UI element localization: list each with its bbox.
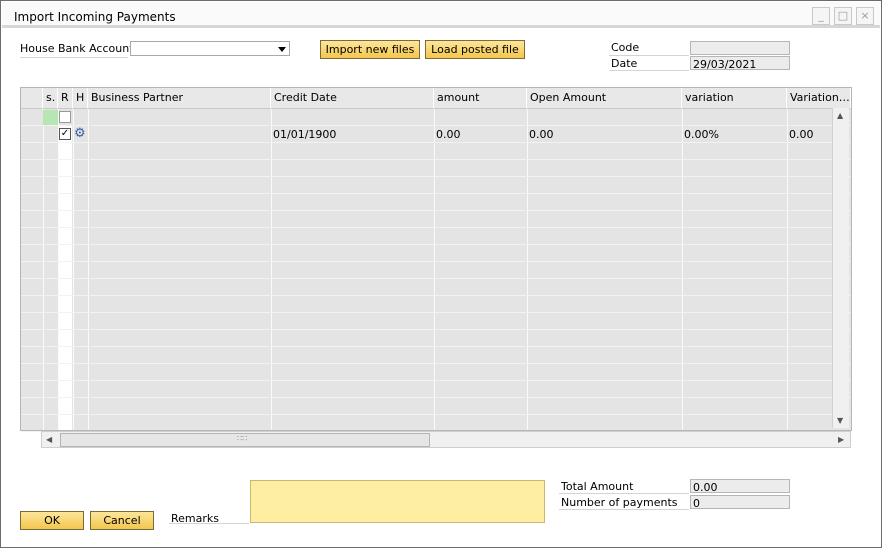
column-header-r[interactable]: R — [58, 88, 73, 109]
table-row[interactable] — [21, 194, 851, 211]
divider — [20, 57, 128, 58]
code-label: Code — [611, 41, 640, 54]
scroll-left-icon[interactable]: ◀ — [46, 435, 52, 444]
divider — [609, 70, 689, 71]
table-row[interactable] — [21, 228, 851, 245]
house-bank-select[interactable] — [130, 41, 290, 56]
column-header-credit-date[interactable]: Credit Date — [271, 88, 434, 109]
remarks-textarea[interactable] — [250, 480, 545, 523]
horizontal-scrollbar[interactable]: ◀ ∷∷ ▶ — [41, 431, 851, 448]
table-row[interactable] — [21, 177, 851, 194]
date-label: Date — [611, 57, 638, 70]
number-of-payments-field: 0 — [690, 495, 790, 510]
table-row[interactable] — [21, 415, 851, 432]
filter-row — [21, 109, 851, 126]
divider — [169, 523, 249, 524]
column-header-amount[interactable]: amount — [434, 88, 527, 109]
vertical-scrollbar[interactable]: ▲ ▼ — [832, 108, 849, 428]
table-row[interactable] — [21, 296, 851, 313]
import-payments-window: Import Incoming Payments _ □ × House Ban… — [0, 0, 882, 548]
chevron-down-icon[interactable] — [278, 47, 286, 52]
table-row[interactable] — [21, 381, 851, 398]
window-title: Import Incoming Payments — [14, 10, 176, 24]
table-row[interactable] — [21, 143, 851, 160]
variation2-cell[interactable]: 0.00 — [789, 128, 814, 141]
table-row[interactable] — [21, 211, 851, 228]
title-bar: Import Incoming Payments _ □ × — [2, 2, 880, 28]
table-row[interactable] — [21, 279, 851, 296]
table-row[interactable] — [21, 160, 851, 177]
number-of-payments-label: Number of payments — [561, 496, 678, 509]
scroll-down-icon[interactable]: ▼ — [837, 416, 843, 425]
row-number-header — [21, 88, 43, 109]
column-header-h[interactable]: H — [73, 88, 88, 109]
scroll-thumb[interactable]: ∷∷ — [60, 433, 430, 447]
divider — [559, 509, 689, 510]
cancel-button[interactable]: Cancel — [90, 511, 154, 530]
open-amount-cell[interactable]: 0.00 — [529, 128, 554, 141]
filter-cell[interactable] — [43, 110, 58, 125]
table-row[interactable] — [21, 330, 851, 347]
ok-button[interactable]: OK — [20, 511, 84, 530]
credit-date-cell[interactable]: 01/01/1900 — [273, 128, 336, 141]
column-header-business-partner[interactable]: Business Partner — [88, 88, 271, 109]
table-row[interactable] — [21, 347, 851, 364]
table-row[interactable] — [21, 245, 851, 262]
table-row[interactable] — [21, 398, 851, 415]
total-amount-field: 0.00 — [690, 479, 790, 494]
minimize-button[interactable]: _ — [812, 7, 830, 25]
total-amount-label: Total Amount — [561, 480, 634, 493]
column-header-s[interactable]: s. — [43, 88, 58, 109]
close-button[interactable]: × — [856, 7, 874, 25]
row-r-checkbox[interactable]: ✓ — [59, 128, 71, 140]
import-new-files-button[interactable]: Import new files — [320, 40, 420, 59]
divider — [559, 493, 689, 494]
column-header-variation[interactable]: variation — [682, 88, 787, 109]
table-row[interactable]: ✓ ⚙ 01/01/1900 0.00 0.00 0.00% 0.00 — [21, 126, 851, 143]
variation-cell[interactable]: 0.00% — [684, 128, 719, 141]
select-all-checkbox[interactable] — [59, 111, 71, 123]
scroll-right-icon[interactable]: ▶ — [838, 435, 844, 444]
grip-icon: ∷∷ — [237, 434, 248, 443]
table-row[interactable] — [21, 364, 851, 381]
scroll-up-icon[interactable]: ▲ — [837, 111, 843, 120]
payments-grid: s. R H Business Partner Credit Date amou… — [20, 87, 852, 432]
amount-cell[interactable]: 0.00 — [436, 128, 461, 141]
house-bank-label: House Bank Account — [20, 42, 134, 55]
load-posted-file-button[interactable]: Load posted file — [425, 40, 525, 59]
divider — [609, 55, 689, 56]
column-header-variation-2[interactable]: Variation… — [787, 88, 851, 109]
column-header-open-amount[interactable]: Open Amount — [527, 88, 682, 109]
date-field[interactable]: 29/03/2021 — [690, 56, 790, 71]
table-row[interactable] — [21, 262, 851, 279]
gear-icon[interactable]: ⚙ — [74, 126, 86, 141]
code-field — [690, 41, 790, 55]
maximize-button[interactable]: □ — [834, 7, 852, 25]
table-row[interactable] — [21, 313, 851, 330]
